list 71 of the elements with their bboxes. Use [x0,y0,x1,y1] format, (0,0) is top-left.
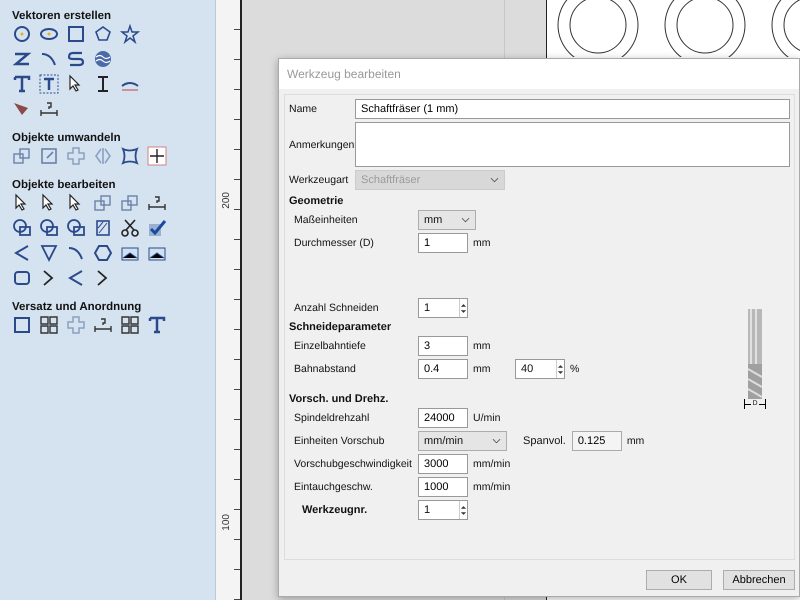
number-field[interactable]: 0.4 [418,359,468,379]
field-label: Vorschubgeschwindigkeit [293,458,413,470]
star-icon[interactable] [120,24,140,44]
unit-label: % [570,363,580,375]
number-field[interactable]: 3000 [418,454,468,474]
field-label: Spindeldrehzahl [293,412,370,424]
field-label: Werkzeugnr. [301,504,368,516]
offset-square-icon[interactable] [12,315,32,335]
resize-square-icon[interactable] [39,146,59,166]
unit-label: mm [626,435,646,447]
tool-number-spinner[interactable]: 1 [418,500,468,520]
unit-dropdown[interactable]: mm/min [418,431,507,451]
overlapping-squares-icon[interactable] [12,146,32,166]
field-label: Name [289,103,318,115]
dialog-title: Werkzeug bearbeiten [287,67,401,81]
chevron-down-icon [461,217,470,223]
field-label: Einheiten Vorschub [293,435,386,447]
chevron-down-icon [492,438,501,444]
s-curve-icon[interactable] [66,49,86,69]
field-label: Bahnabstand [293,363,357,375]
scissors-icon[interactable] [120,218,140,238]
pentagon-icon[interactable] [93,24,113,44]
field-label: Werkzeugart [289,174,350,186]
section-heading: Geometrie [289,195,344,207]
checkmark-icon[interactable] [147,218,167,238]
unit-label: mm [473,363,492,375]
section-title: Objekte umwandeln [12,132,122,144]
ruler-label: 100 [221,514,232,531]
section-title: Vektoren erstellen [12,10,112,22]
chip-load-field[interactable]: 0.125 [572,431,622,451]
number-field[interactable]: 24000 [418,408,468,428]
field-label: Spanvol. [523,435,566,447]
ruler-label: 200 [221,192,232,209]
dialog-button[interactable]: OK [646,570,712,590]
spin-arrows-icon[interactable] [557,364,564,374]
name-field[interactable]: Schaftfräser (1 mm) [355,99,790,119]
field-label: Einzelbahntiefe [293,340,367,352]
weld-shape-icon[interactable] [12,218,32,238]
unit-label: mm [473,340,492,352]
hatched-square-icon[interactable] [93,218,113,238]
number-field[interactable]: 1000 [418,477,468,497]
wave-pattern-icon[interactable] [93,49,113,69]
center-target-icon[interactable] [147,146,167,166]
percent-spinner[interactable]: 40 [515,359,565,379]
unit-dropdown[interactable]: mm [418,210,476,230]
circle-icon[interactable] [12,24,32,44]
number-field[interactable]: 3 [418,336,468,356]
field-label: Maßeinheiten [293,214,359,226]
section-title: Objekte bearbeiten [12,179,117,191]
unit-label: mm [473,237,492,249]
unit-label: U/min [473,412,502,424]
number-spinner[interactable]: 1 [418,298,468,318]
field-label: Durchmesser (D) [293,237,375,249]
array-grid-icon[interactable] [39,315,59,335]
section-heading: Schneideparameter [289,321,392,333]
field-label: Eintauchgeschw. [293,481,374,493]
field-label: Anzahl Schneiden [293,302,380,314]
number-field[interactable]: 1 [418,233,468,253]
field-label: Anmerkungen [289,138,355,150]
chevron-down-icon [490,177,499,183]
spin-arrows-icon[interactable] [460,302,467,314]
notes-field[interactable] [355,122,790,167]
text-icon[interactable] [12,74,32,94]
text-frame-icon[interactable] [39,74,59,94]
unit-label: mm/min [473,458,511,470]
section-title: Versatz und Anordnung [12,301,142,313]
rectangle-icon[interactable] [66,24,86,44]
spin-arrows-icon[interactable] [460,504,467,516]
dialog-button[interactable]: Abbrechen [723,570,795,590]
section-heading: Vorsch. und Drehz. [289,393,390,405]
unit-label: mm/min [473,481,511,493]
